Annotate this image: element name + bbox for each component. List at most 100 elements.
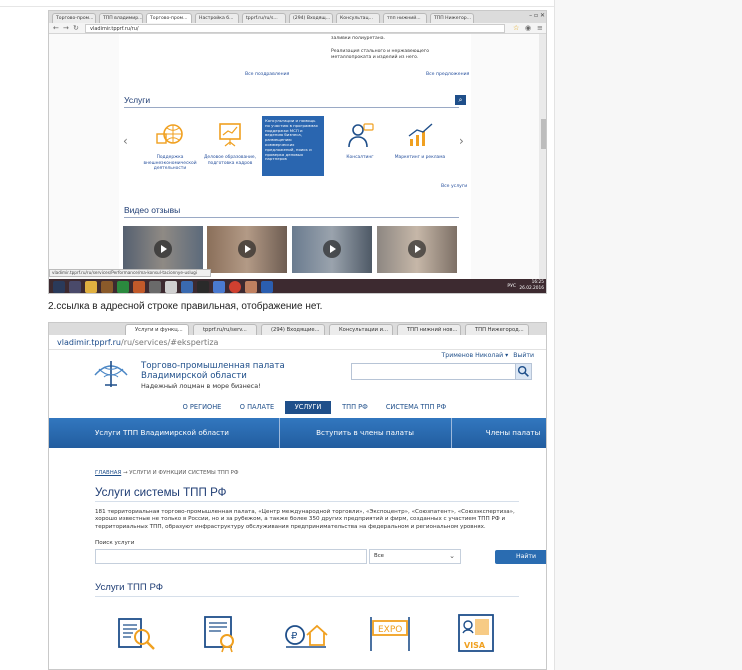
user-name[interactable]: Трименов Николай bbox=[442, 352, 504, 359]
taskbar-app-icon[interactable] bbox=[245, 281, 257, 293]
menu-icon[interactable]: ≡ bbox=[537, 23, 543, 34]
browser-tab[interactable]: Настройка б... bbox=[195, 13, 239, 23]
play-icon[interactable] bbox=[238, 240, 256, 258]
back-icon[interactable]: ← bbox=[53, 23, 59, 34]
forward-icon[interactable]: → bbox=[63, 23, 69, 34]
scrollbar-thumb[interactable] bbox=[541, 119, 546, 149]
taskbar-app-icon[interactable] bbox=[197, 281, 209, 293]
window-controls[interactable]: – ▫ ✕ bbox=[529, 12, 545, 19]
carousel-next-icon[interactable]: › bbox=[459, 134, 464, 148]
property-icon[interactable]: ₽ bbox=[283, 613, 329, 653]
browser-tab-active[interactable]: Торгово-пром... bbox=[146, 13, 192, 23]
language-indicator[interactable]: РУС bbox=[507, 284, 516, 289]
browser-tab[interactable]: Консультац... bbox=[336, 13, 380, 23]
nav-tpp-system[interactable]: СИСТЕМА ТПП РФ bbox=[383, 401, 449, 414]
clock[interactable]: 16:25 26.02.2016 bbox=[519, 280, 544, 292]
browser-tab[interactable]: ТПП нижний нов... bbox=[397, 324, 461, 335]
org-name: Торгово-промышленная палата Владимирской… bbox=[141, 361, 285, 381]
section-heading: Услуги ТПП РФ bbox=[95, 582, 164, 593]
browser-tab[interactable]: tpprf.ru/ru/s... bbox=[242, 13, 286, 23]
video-thumbnail[interactable] bbox=[292, 226, 372, 273]
nav-services-active[interactable]: УСЛУГИ bbox=[285, 401, 331, 414]
taskbar-app-icon[interactable] bbox=[181, 281, 193, 293]
band-members[interactable]: Члены палаты bbox=[453, 418, 546, 448]
reload-icon[interactable]: ↻ bbox=[73, 23, 79, 34]
nav-region[interactable]: О РЕГИОНЕ bbox=[179, 401, 225, 414]
service-label: Маркетинг и реклама bbox=[394, 155, 446, 160]
find-button[interactable]: Найти bbox=[495, 550, 546, 564]
video-thumbnail[interactable] bbox=[207, 226, 287, 273]
service-card-highlighted[interactable]: Консультации и помощь по участию в прогр… bbox=[262, 116, 324, 176]
service-search-input[interactable] bbox=[95, 549, 367, 564]
chamber-logo-icon[interactable] bbox=[91, 355, 131, 391]
band-regional-services[interactable]: Услуги ТПП Владимирской области bbox=[53, 418, 271, 448]
browser-tab[interactable]: тпп нижний... bbox=[383, 13, 427, 23]
breadcrumb-home[interactable]: ГЛАВНАЯ bbox=[95, 470, 121, 476]
service-card[interactable]: Маркетинг и реклама bbox=[391, 122, 449, 161]
page-content: заливки полиуретана. Реализация стальног… bbox=[119, 34, 471, 279]
taskbar-app-icon[interactable] bbox=[165, 281, 177, 293]
browser-tab[interactable]: Консультации и... bbox=[329, 324, 393, 335]
browser-tab[interactable]: ТПП Нижегор... bbox=[430, 13, 474, 23]
service-card[interactable]: Консалтинг bbox=[331, 122, 389, 161]
play-icon[interactable] bbox=[154, 240, 172, 258]
band-join-chamber[interactable]: Вступить в члены палаты bbox=[281, 418, 449, 448]
url-field[interactable]: vladimir.tpprf.ru/ru/services/#ekspertiz… bbox=[57, 336, 218, 349]
nav-chamber[interactable]: О ПАЛАТЕ bbox=[235, 401, 279, 414]
play-icon[interactable] bbox=[323, 240, 341, 258]
nav-tpp-rf[interactable]: ТПП РФ bbox=[337, 401, 373, 414]
logout-link[interactable]: Выйти bbox=[513, 352, 534, 359]
search-label: Поиск услуги bbox=[95, 540, 135, 546]
search-button[interactable] bbox=[515, 363, 532, 380]
caption-text: 2.ссылка в адресной строке правильная, о… bbox=[48, 301, 323, 312]
browser-tab[interactable]: (294) Входящие... bbox=[261, 324, 325, 335]
carousel-prev-icon[interactable]: ‹ bbox=[123, 134, 128, 148]
services-band: Услуги ТПП Владимирской области Вступить… bbox=[49, 418, 546, 448]
expo-icon[interactable]: EXPO bbox=[367, 613, 413, 653]
extension-icon[interactable]: ◉ bbox=[525, 23, 531, 34]
excel-icon[interactable] bbox=[117, 281, 129, 293]
play-icon[interactable] bbox=[408, 240, 426, 258]
taskbar-app-icon[interactable] bbox=[69, 281, 81, 293]
all-services-link[interactable]: Все услуги bbox=[441, 184, 467, 189]
presentation-icon bbox=[219, 123, 241, 147]
offer-text: заливки полиуретана. bbox=[331, 36, 386, 41]
chrome-icon[interactable] bbox=[229, 281, 241, 293]
star-icon[interactable]: ☆ bbox=[513, 23, 519, 34]
category-select[interactable]: Все ⌄ bbox=[369, 549, 461, 564]
start-icon[interactable] bbox=[53, 281, 65, 293]
browser-tab[interactable]: Торгово-пром... bbox=[52, 13, 96, 23]
video-thumbnail[interactable] bbox=[377, 226, 457, 273]
service-card[interactable]: Поддержка внешнеэкономической деятельнос… bbox=[141, 122, 199, 172]
word-icon[interactable] bbox=[261, 281, 273, 293]
taskbar-app-icon[interactable] bbox=[133, 281, 145, 293]
service-label: Деловое образование, подготовка кадров bbox=[204, 155, 256, 166]
breadcrumb-current: УСЛУГИ И ФУНКЦИИ СИСТЕМЫ ТПП РФ bbox=[129, 470, 239, 476]
page-scrollbar[interactable] bbox=[539, 34, 546, 279]
chevron-down-icon: ⌄ bbox=[449, 552, 455, 560]
page-left-gutter bbox=[49, 34, 119, 279]
document-search-icon[interactable] bbox=[113, 613, 159, 653]
taskbar-app-icon[interactable] bbox=[213, 281, 225, 293]
folder-icon[interactable] bbox=[85, 281, 97, 293]
browser-tab[interactable]: tpprf.ru/ru/serv... bbox=[193, 324, 257, 335]
clock-date: 26.02.2016 bbox=[519, 286, 544, 291]
service-card[interactable]: Деловое образование, подготовка кадров bbox=[201, 122, 259, 166]
user-menu[interactable]: Трименов Николай ▾ Выйти bbox=[442, 352, 534, 359]
all-offers-link[interactable]: Все предложения bbox=[426, 72, 469, 77]
visa-passport-icon[interactable]: VISA bbox=[453, 613, 499, 653]
search-icon[interactable]: ⌕ bbox=[455, 95, 466, 105]
certificate-icon[interactable] bbox=[197, 613, 243, 653]
taskbar-app-icon[interactable] bbox=[101, 281, 113, 293]
all-congrats-link[interactable]: Все поздравления bbox=[245, 72, 289, 77]
browser-tab-active[interactable]: Услуги и функц... bbox=[125, 324, 189, 335]
browser-tab[interactable]: ТПП Нижегород... bbox=[465, 324, 529, 335]
status-url: vladimir.tpprf.ru/ru/services/Performanc… bbox=[49, 269, 211, 277]
browser-tab[interactable]: ТПП владимир... bbox=[99, 13, 143, 23]
url-field[interactable]: vladimir.tpprf.ru/ru/ bbox=[85, 24, 505, 33]
service-label: Консультации и помощь по участию в прогр… bbox=[265, 118, 318, 162]
site-search-input[interactable] bbox=[351, 363, 519, 380]
browser-tab[interactable]: (294) Входящ... bbox=[289, 13, 333, 23]
taskbar-app-icon[interactable] bbox=[149, 281, 161, 293]
video-thumbnail[interactable] bbox=[123, 226, 203, 273]
